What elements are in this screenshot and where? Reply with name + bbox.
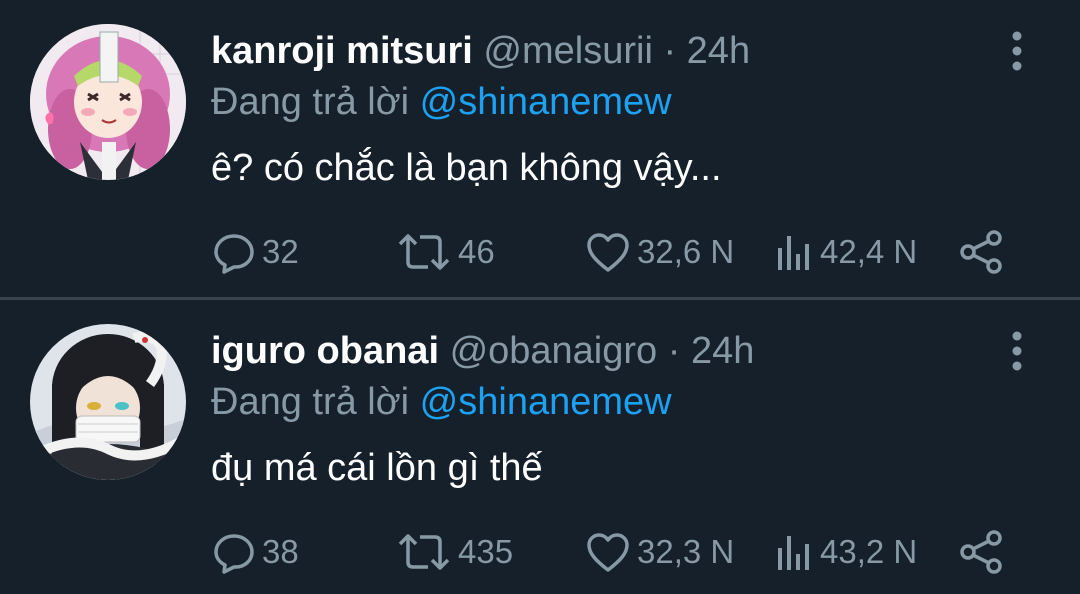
like-icon — [585, 530, 631, 574]
views-icon — [774, 230, 814, 274]
share-icon — [958, 528, 1006, 576]
tweet[interactable]: kanroji mitsuri @melsurii · 24h Đang trả… — [0, 0, 1080, 298]
like-count: 32,3 N — [637, 533, 735, 570]
retweet-button[interactable]: 46 — [396, 224, 495, 280]
like-icon — [585, 230, 631, 274]
replying-to: Đang trả lời @shinanemew — [211, 79, 672, 125]
separator-dot: · — [667, 330, 681, 372]
display-name[interactable]: kanroji mitsuri — [211, 30, 473, 72]
retweet-icon — [396, 530, 452, 574]
like-button[interactable]: 32,3 N — [585, 524, 734, 580]
user-handle[interactable]: @melsurii — [483, 30, 652, 72]
tweet-text: đụ má cái lồn gì thế — [211, 447, 543, 489]
views-count: 42,4 N — [820, 233, 918, 270]
more-vertical-icon[interactable] — [1006, 330, 1028, 372]
avatar[interactable] — [30, 24, 186, 180]
avatar[interactable] — [30, 324, 186, 480]
views-icon — [774, 530, 814, 574]
reply-icon — [212, 530, 256, 574]
reply-count: 32 — [262, 233, 299, 270]
retweet-button[interactable]: 435 — [396, 524, 513, 580]
user-handle[interactable]: @obanaigro — [450, 330, 658, 372]
reply-count: 38 — [262, 533, 299, 570]
retweet-count: 435 — [458, 533, 514, 570]
timestamp[interactable]: 24h — [687, 30, 750, 72]
tweet-text: ê? có chắc là bạn không vậy... — [211, 147, 722, 189]
share-button[interactable] — [958, 524, 1006, 580]
share-button[interactable] — [958, 224, 1006, 280]
like-button[interactable]: 32,6 N — [585, 224, 734, 280]
tweet[interactable]: iguro obanai @obanaigro · 24h Đang trả l… — [0, 300, 1080, 594]
tweet-header: iguro obanai @obanaigro · 24h — [211, 328, 754, 374]
separator-dot: · — [663, 30, 677, 72]
timestamp[interactable]: 24h — [691, 330, 754, 372]
replying-to: Đang trả lời @shinanemew — [211, 379, 672, 425]
mention-link[interactable]: @shinanemew — [420, 81, 672, 123]
share-icon — [958, 228, 1006, 276]
replying-to-label: Đang trả lời — [211, 381, 410, 423]
mention-link[interactable]: @shinanemew — [420, 381, 672, 423]
like-count: 32,6 N — [637, 233, 735, 270]
retweet-count: 46 — [458, 233, 495, 270]
action-bar: 32 46 32,6 N 42,4 N — [0, 224, 1080, 280]
views-count: 43,2 N — [820, 533, 918, 570]
reply-icon — [212, 230, 256, 274]
replying-to-label: Đang trả lời — [211, 81, 410, 123]
tweet-header: kanroji mitsuri @melsurii · 24h — [211, 28, 750, 74]
reply-button[interactable]: 38 — [212, 524, 299, 580]
retweet-icon — [396, 230, 452, 274]
more-vertical-icon[interactable] — [1006, 30, 1028, 72]
views-button[interactable]: 43,2 N — [774, 524, 917, 580]
reply-button[interactable]: 32 — [212, 224, 299, 280]
views-button[interactable]: 42,4 N — [774, 224, 917, 280]
action-bar: 38 435 32,3 N 43,2 N — [0, 524, 1080, 580]
display-name[interactable]: iguro obanai — [211, 330, 439, 372]
